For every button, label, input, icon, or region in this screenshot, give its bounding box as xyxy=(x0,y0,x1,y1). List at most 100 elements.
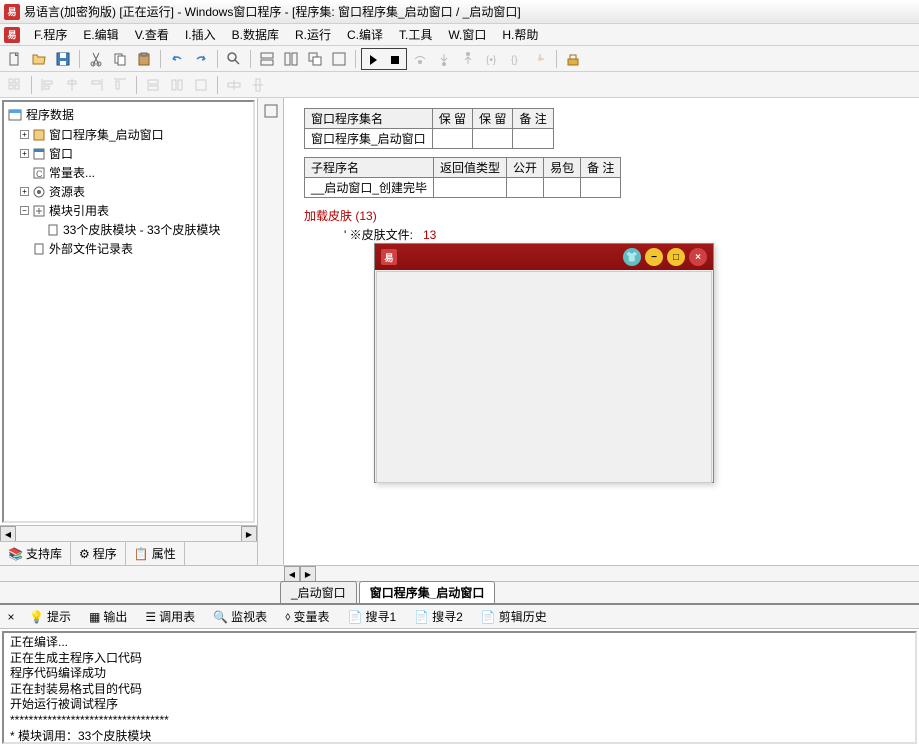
tab-program[interactable]: ⚙ 程序 xyxy=(71,542,126,565)
cut-button[interactable] xyxy=(85,48,107,70)
expand-icon[interactable]: − xyxy=(20,206,29,215)
output-tab-vars[interactable]: ⬨变量表 xyxy=(278,605,336,628)
menu-tools[interactable]: T.工具 xyxy=(391,24,440,45)
code-line-1[interactable]: 加载皮肤 (13) xyxy=(304,206,909,225)
preview-user-button[interactable]: 👕 xyxy=(623,248,641,266)
td-cell[interactable] xyxy=(434,178,507,198)
td-cell[interactable] xyxy=(513,129,553,149)
tab-support-lib[interactable]: 📚 支持库 xyxy=(0,542,71,565)
expand-icon[interactable]: + xyxy=(20,130,29,139)
new-file-button[interactable] xyxy=(4,48,26,70)
preview-maximize-button[interactable]: □ xyxy=(667,248,685,266)
tree-item-extfiles[interactable]: 外部文件记录表 xyxy=(20,239,251,258)
output-text[interactable]: 正在编译... 正在生成主程序入口代码 程序代码编译成功 正在封装易格式目的代码… xyxy=(2,631,917,744)
preview-minimize-button[interactable]: − xyxy=(645,248,663,266)
same-size-button xyxy=(190,74,212,96)
code-scroll-track[interactable] xyxy=(316,566,919,581)
td-cell[interactable] xyxy=(507,178,544,198)
menu-database[interactable]: B.数据库 xyxy=(224,24,287,45)
code-table-subprog: 子程序名 返回值类型 公开 易包 备 注 __启动窗口_创建完毕 xyxy=(304,157,621,198)
breakpoint-button[interactable]: {•} xyxy=(481,48,503,70)
menu-edit[interactable]: E.编辑 xyxy=(75,24,126,45)
expand-icon[interactable]: + xyxy=(20,149,29,158)
window-titlebar: 易 易语言(加密狗版) [正在运行] - Windows窗口程序 - [程序集:… xyxy=(0,0,919,24)
step-over-button[interactable] xyxy=(409,48,431,70)
td-cell[interactable] xyxy=(544,178,581,198)
code-editor[interactable]: 窗口程序集名 保 留 保 留 备 注 窗口程序集_启动窗口 子程序名 返回值类型… xyxy=(284,98,919,565)
app-icon: 易 xyxy=(4,4,20,20)
output-tab-cliphistory[interactable]: 📄剪辑历史 xyxy=(474,605,554,628)
preview-titlebar[interactable]: 易 👕 − □ × xyxy=(375,244,713,270)
tree-item-resources[interactable]: + 资源表 xyxy=(20,182,251,201)
scroll-left-button[interactable]: ◀ xyxy=(0,526,16,542)
breakpoint-toggle-button[interactable]: {} xyxy=(505,48,527,70)
th-public: 公开 xyxy=(507,158,544,178)
step-out-button[interactable] xyxy=(457,48,479,70)
find-button[interactable] xyxy=(223,48,245,70)
output-tab-hint[interactable]: 💡提示 xyxy=(22,605,78,628)
output-line: * 模块调用：33个皮肤模块 xyxy=(10,729,909,744)
open-file-button[interactable] xyxy=(28,48,50,70)
th-remark: 备 注 xyxy=(513,109,553,129)
td-cell[interactable] xyxy=(432,129,472,149)
output-close-button[interactable]: × xyxy=(4,610,18,624)
build-button[interactable] xyxy=(562,48,584,70)
output-tab-search1[interactable]: 📄搜寻1 xyxy=(341,605,404,628)
preview-body[interactable] xyxy=(376,271,712,483)
window-single-button[interactable] xyxy=(328,48,350,70)
menu-view[interactable]: V.查看 xyxy=(127,24,177,45)
menu-program[interactable]: F.程序 xyxy=(26,24,75,45)
gear-icon: ⚙ xyxy=(79,547,90,561)
module-icon xyxy=(32,128,46,142)
project-tree[interactable]: 程序数据 + 窗口程序集_启动窗口 + 窗口 C 常量表... xyxy=(2,100,255,523)
tree-hscroll[interactable]: ◀ ▶ xyxy=(0,525,257,541)
tree-root[interactable]: 程序数据 xyxy=(6,104,251,125)
output-tab-search2[interactable]: 📄搜寻2 xyxy=(407,605,470,628)
menu-compile[interactable]: C.编译 xyxy=(339,24,391,45)
save-button[interactable] xyxy=(52,48,74,70)
stop-button[interactable] xyxy=(384,49,406,71)
menu-window[interactable]: W.窗口 xyxy=(440,24,494,45)
output-tab-watch[interactable]: 🔍监视表 xyxy=(206,605,274,628)
code-line-2[interactable]: ' ※皮肤文件: 13 xyxy=(304,225,909,244)
form-preview-window[interactable]: 易 👕 − □ × xyxy=(374,243,714,483)
tree-item-constants[interactable]: C 常量表... xyxy=(20,163,251,182)
output-tab-callstack[interactable]: ☰调用表 xyxy=(138,605,202,628)
code-scroll-left[interactable]: ◀ xyxy=(284,566,300,582)
redo-button[interactable] xyxy=(190,48,212,70)
watch-button[interactable] xyxy=(529,48,551,70)
menu-run[interactable]: R.运行 xyxy=(287,24,339,45)
tree-item-window[interactable]: + 窗口 xyxy=(20,144,251,163)
align-left-button xyxy=(37,74,59,96)
window-tile-v-button[interactable] xyxy=(280,48,302,70)
tab-progset-startwindow[interactable]: 窗口程序集_启动窗口 xyxy=(359,581,496,603)
preview-close-button[interactable]: × xyxy=(689,248,707,266)
toolbar-form-design xyxy=(0,72,919,98)
scroll-right-button[interactable]: ▶ xyxy=(241,526,257,542)
window-tile-h-button[interactable] xyxy=(256,48,278,70)
step-into-button[interactable] xyxy=(433,48,455,70)
paste-button[interactable] xyxy=(133,48,155,70)
scroll-track[interactable] xyxy=(16,526,241,541)
tree-item-winprogset[interactable]: + 窗口程序集_启动窗口 xyxy=(20,125,251,144)
code-scroll-right[interactable]: ▶ xyxy=(300,566,316,582)
run-button[interactable] xyxy=(362,49,384,71)
tab-startwindow[interactable]: _启动窗口 xyxy=(280,581,357,603)
vtool-1[interactable] xyxy=(260,100,282,122)
th-easypack: 易包 xyxy=(544,158,581,178)
output-tab-output[interactable]: ▦输出 xyxy=(82,605,134,628)
tab-property[interactable]: 📋 属性 xyxy=(126,542,185,565)
tree-item-skinmodule[interactable]: 33个皮肤模块 - 33个皮肤模块 xyxy=(34,220,251,239)
td-subprog-name[interactable]: __启动窗口_创建完毕 xyxy=(305,178,434,198)
td-cell[interactable] xyxy=(473,129,513,149)
align-right-button xyxy=(85,74,107,96)
menu-help[interactable]: H.帮助 xyxy=(494,24,546,45)
undo-button[interactable] xyxy=(166,48,188,70)
td-progset-name[interactable]: 窗口程序集_启动窗口 xyxy=(305,129,433,149)
expand-icon[interactable]: + xyxy=(20,187,29,196)
menu-insert[interactable]: I.插入 xyxy=(177,24,224,45)
copy-button[interactable] xyxy=(109,48,131,70)
tree-item-modrefs[interactable]: − 模块引用表 xyxy=(20,201,251,220)
window-cascade-button[interactable] xyxy=(304,48,326,70)
td-cell[interactable] xyxy=(581,178,621,198)
